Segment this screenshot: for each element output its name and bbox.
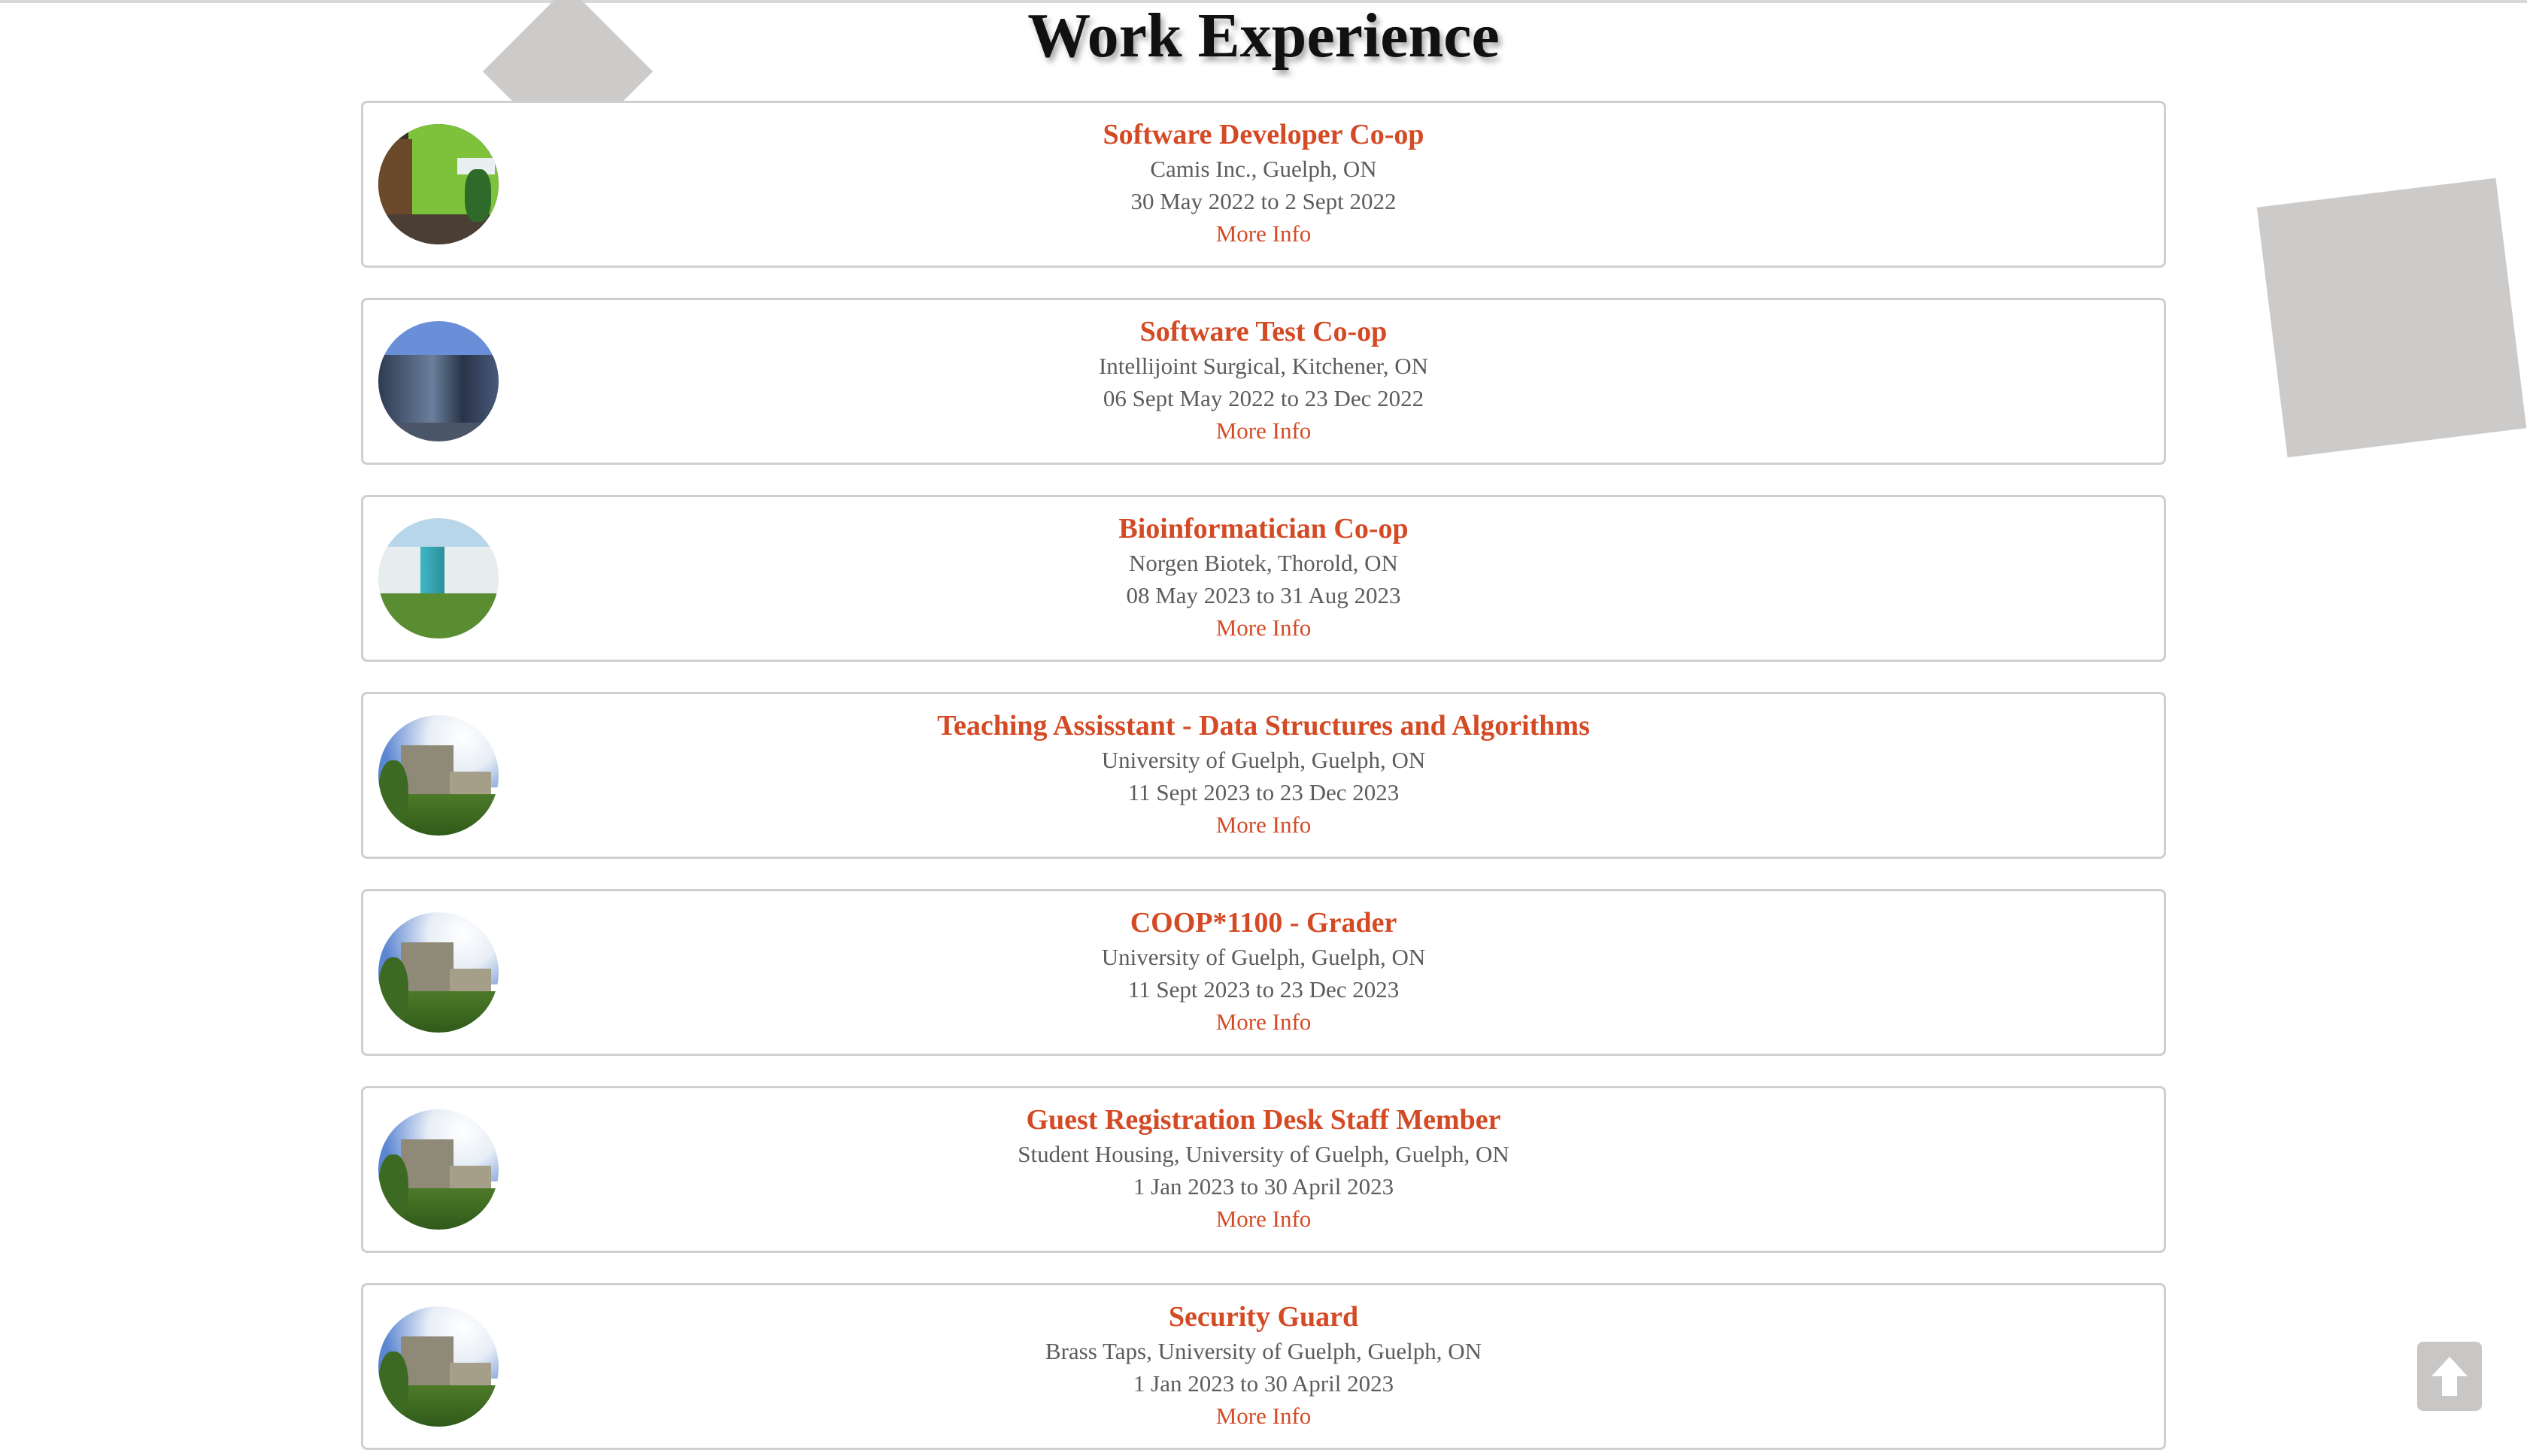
job-dates: 08 May 2023 to 31 Aug 2023 — [1126, 582, 1401, 608]
job-card-software-test: Software Test Co-op Intellijoint Surgica… — [361, 298, 2166, 465]
scroll-to-top-button[interactable] — [2417, 1342, 2482, 1411]
job-title: Software Developer Co-op — [1103, 119, 1424, 150]
decorative-square-shape — [2256, 177, 2527, 458]
job-title: Security Guard — [1168, 1301, 1359, 1333]
job-details: Teaching Assisstant - Data Structures an… — [363, 694, 2164, 841]
arrow-up-icon — [2431, 1357, 2468, 1396]
job-card-teaching-assistant: Teaching Assisstant - Data Structures an… — [361, 692, 2166, 859]
job-company: Intellijoint Surgical, Kitchener, ON — [1098, 353, 1429, 379]
job-company: University of Guelph, Guelph, ON — [1101, 747, 1426, 773]
job-company: University of Guelph, Guelph, ON — [1101, 944, 1426, 970]
job-details: Software Test Co-op Intellijoint Surgica… — [363, 300, 2164, 447]
more-info-link[interactable]: More Info — [1216, 808, 1312, 841]
job-card-software-developer: Software Developer Co-op Camis Inc., Gue… — [361, 101, 2166, 268]
job-title: Software Test Co-op — [1139, 316, 1388, 347]
more-info-link[interactable]: More Info — [1216, 414, 1312, 447]
job-company: Norgen Biotek, Thorold, ON — [1129, 550, 1398, 576]
job-details: Guest Registration Desk Staff Member Stu… — [363, 1088, 2164, 1235]
job-company: Student Housing, University of Guelph, G… — [1018, 1141, 1509, 1167]
job-title: Teaching Assisstant - Data Structures an… — [937, 710, 1590, 742]
job-title: COOP*1100 - Grader — [1130, 907, 1397, 939]
more-info-link[interactable]: More Info — [1216, 1203, 1312, 1235]
job-title: Guest Registration Desk Staff Member — [1026, 1104, 1501, 1136]
job-card-guest-registration: Guest Registration Desk Staff Member Stu… — [361, 1086, 2166, 1253]
job-company: Camis Inc., Guelph, ON — [1150, 156, 1377, 182]
job-card-grader: COOP*1100 - Grader University of Guelph,… — [361, 889, 2166, 1056]
job-dates: 11 Sept 2023 to 23 Dec 2023 — [1127, 779, 1400, 805]
job-dates: 1 Jan 2023 to 30 April 2023 — [1133, 1173, 1394, 1200]
job-dates: 06 Sept May 2022 to 23 Dec 2022 — [1103, 385, 1424, 411]
page-title: Work Experience — [1027, 1, 1500, 71]
job-details: Bioinformatician Co-op Norgen Biotek, Th… — [363, 497, 2164, 644]
more-info-link[interactable]: More Info — [1216, 1006, 1312, 1038]
more-info-link[interactable]: More Info — [1216, 217, 1312, 250]
job-details: Software Developer Co-op Camis Inc., Gue… — [363, 103, 2164, 250]
job-title: Bioinformatician Co-op — [1118, 513, 1409, 544]
job-card-security-guard: Security Guard Brass Taps, University of… — [361, 1283, 2166, 1450]
job-details: COOP*1100 - Grader University of Guelph,… — [363, 891, 2164, 1038]
job-company: Brass Taps, University of Guelph, Guelph… — [1045, 1338, 1482, 1364]
job-card-bioinformatician: Bioinformatician Co-op Norgen Biotek, Th… — [361, 495, 2166, 662]
more-info-link[interactable]: More Info — [1216, 611, 1312, 644]
job-details: Security Guard Brass Taps, University of… — [363, 1285, 2164, 1432]
work-experience-list: Software Developer Co-op Camis Inc., Gue… — [361, 101, 2166, 1456]
job-dates: 30 May 2022 to 2 Sept 2022 — [1130, 188, 1397, 214]
job-dates: 11 Sept 2023 to 23 Dec 2023 — [1127, 976, 1400, 1003]
more-info-link[interactable]: More Info — [1216, 1400, 1312, 1432]
job-dates: 1 Jan 2023 to 30 April 2023 — [1133, 1370, 1394, 1397]
